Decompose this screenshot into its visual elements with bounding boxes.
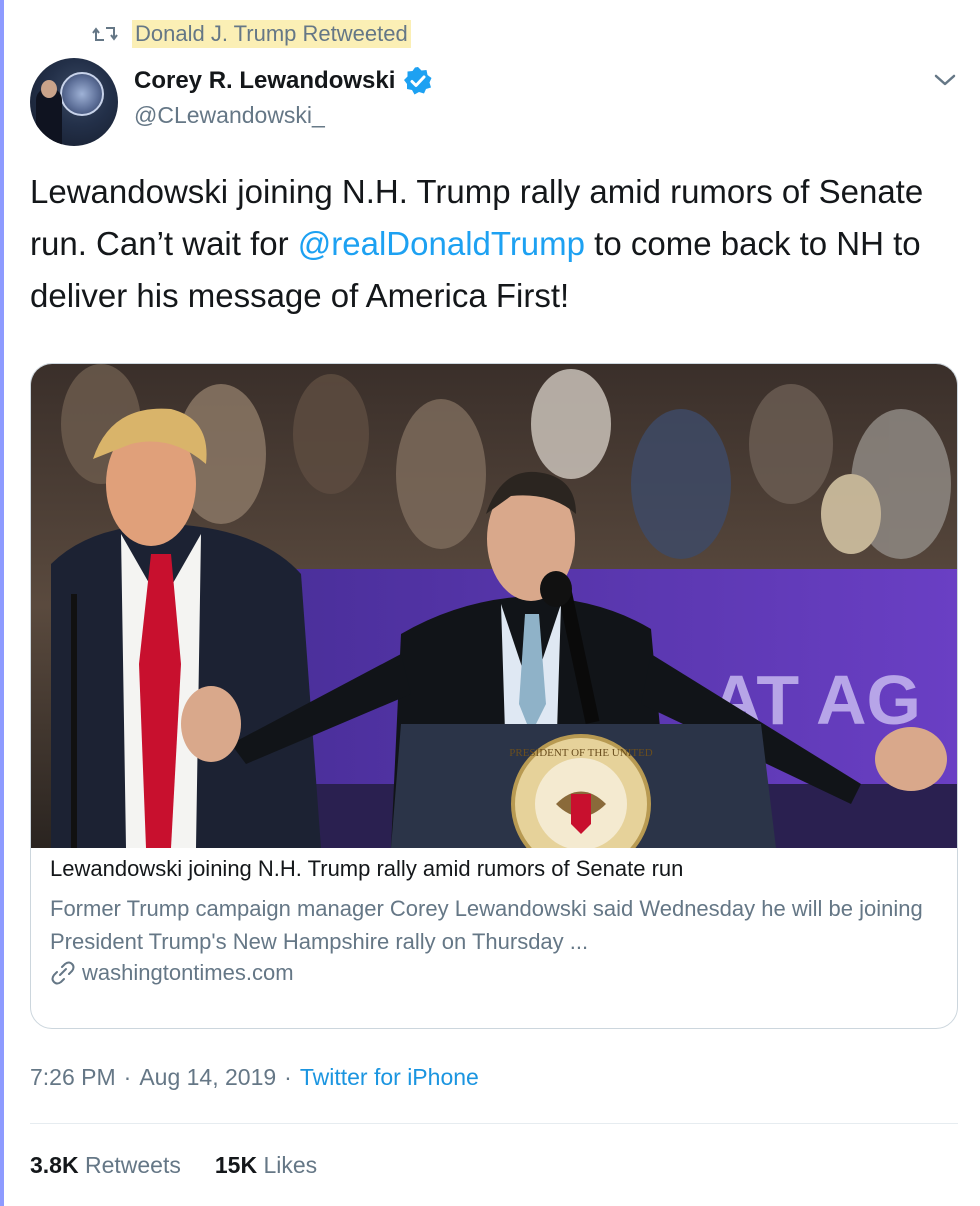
author-name-row[interactable]: Corey R. Lewandowski bbox=[134, 66, 433, 96]
avatar[interactable] bbox=[30, 58, 118, 146]
avatar-head bbox=[41, 80, 57, 98]
seal-text: PRESIDENT OF THE UNITED bbox=[509, 747, 653, 759]
tweet-time[interactable]: 7:26 PM bbox=[30, 1064, 116, 1091]
likes-stat[interactable]: 15K Likes bbox=[215, 1152, 317, 1179]
separator-dot-2: · bbox=[284, 1064, 292, 1090]
card-image[interactable]: AT AG PRESIDENT OF THE UNITED bbox=[31, 364, 958, 848]
avatar-seal bbox=[60, 72, 104, 116]
likes-label: Likes bbox=[263, 1152, 318, 1178]
card-domain[interactable]: washingtontimes.com bbox=[82, 960, 294, 986]
window-left-edge bbox=[0, 0, 4, 1206]
retweets-label: Retweets bbox=[84, 1152, 181, 1178]
retweets-count: 3.8K bbox=[30, 1152, 79, 1178]
link-card[interactable]: AT AG PRESIDENT OF THE UNITED Lewandowsk… bbox=[30, 363, 958, 1029]
retweet-banner[interactable]: Donald J. Trump Retweeted bbox=[92, 20, 411, 48]
retweet-icon bbox=[92, 27, 118, 41]
card-domain-row[interactable]: washingtontimes.com bbox=[50, 960, 294, 986]
link-icon bbox=[51, 961, 75, 985]
card-description: Former Trump campaign manager Corey Lewa… bbox=[50, 896, 923, 954]
tweet-source-link[interactable]: Twitter for iPhone bbox=[300, 1064, 479, 1091]
timestamp-row: 7:26 PM · Aug 14, 2019 · Twitter for iPh… bbox=[30, 1064, 479, 1091]
tweet-date[interactable]: Aug 14, 2019 bbox=[139, 1064, 276, 1091]
card-title[interactable]: Lewandowski joining N.H. Trump rally ami… bbox=[50, 856, 683, 882]
author-handle[interactable]: @CLewandowski_ bbox=[134, 102, 325, 129]
retweet-banner-text[interactable]: Donald J. Trump Retweeted bbox=[132, 20, 411, 48]
separator-dot: · bbox=[123, 1064, 132, 1090]
mention-link[interactable]: @realDonaldTrump bbox=[298, 225, 585, 262]
retweets-stat[interactable]: 3.8K Retweets bbox=[30, 1152, 181, 1179]
tweet-text: Lewandowski joining N.H. Trump rally ami… bbox=[30, 166, 955, 322]
stats-row: 3.8K Retweets 15K Likes bbox=[30, 1152, 317, 1179]
verified-badge-icon bbox=[404, 67, 432, 95]
author-display-name[interactable]: Corey R. Lewandowski bbox=[134, 67, 395, 95]
likes-count: 15K bbox=[214, 1152, 258, 1178]
divider bbox=[30, 1123, 958, 1124]
chevron-down-icon[interactable] bbox=[932, 70, 958, 90]
